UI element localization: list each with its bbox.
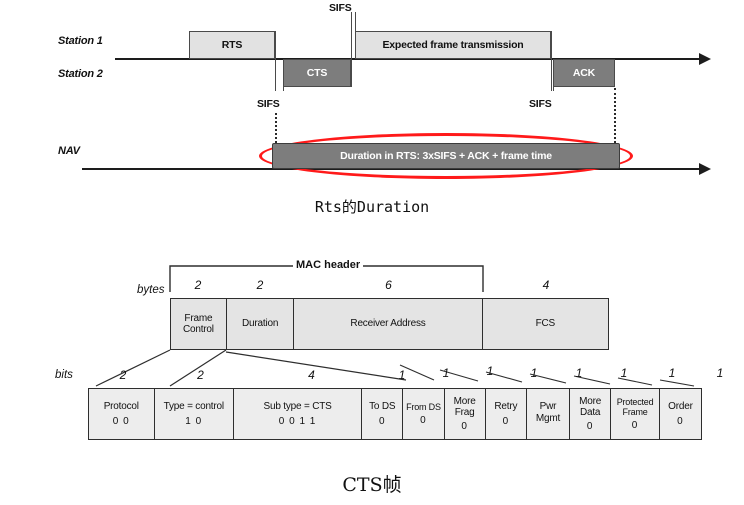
bit-size-protected-frame: 1 bbox=[668, 366, 676, 380]
tick-cts-end bbox=[351, 12, 352, 87]
field-receiver-address: Receiver Address bbox=[294, 299, 483, 349]
bitfield-more-frag-value: 0 bbox=[461, 421, 468, 433]
field-frame-control-label: Frame Control bbox=[182, 312, 214, 335]
bit-size-type: 2 bbox=[197, 368, 204, 382]
byte-size-fcs: 4 bbox=[542, 278, 550, 292]
bitfield-sub-type-label: Sub type = CTS bbox=[263, 401, 332, 413]
bitfield-protected-frame-value: 0 bbox=[631, 419, 639, 431]
bitfield-more-data-label: More Data bbox=[579, 395, 602, 418]
frame-control-bit-row: Protocol 0 0 Type = control 1 0 Sub type… bbox=[88, 388, 702, 440]
frame-format-diagram: bytes bits MAC header 2 2 6 4 Frame Cont… bbox=[0, 240, 744, 470]
sifs-label-top: SIFS bbox=[329, 2, 352, 14]
field-duration-label: Duration bbox=[241, 318, 279, 330]
bitfield-from-ds-label: From DS bbox=[406, 401, 441, 412]
bit-size-to-ds: 1 bbox=[398, 368, 406, 382]
bitfield-to-ds: To DS 0 bbox=[362, 389, 404, 439]
frame-expected-transmission: Expected frame transmission bbox=[355, 31, 551, 59]
bitfield-more-data-value: 0 bbox=[586, 421, 594, 433]
bit-size-retry: 1 bbox=[530, 366, 538, 380]
tick-expected-start bbox=[355, 12, 356, 59]
bitfield-order-value: 0 bbox=[677, 415, 684, 427]
caption-top: Rts的Duration bbox=[314, 198, 430, 216]
bitfield-to-ds-value: 0 bbox=[378, 415, 386, 427]
frame-ack-label: ACK bbox=[572, 67, 596, 79]
tick-ack-start bbox=[553, 59, 554, 91]
field-frame-control: Frame Control bbox=[171, 299, 227, 349]
bitfield-retry-label: Retry bbox=[494, 401, 518, 413]
bitfield-type-value: 1 0 bbox=[185, 415, 203, 427]
caption-bottom: CTS帧 bbox=[342, 474, 402, 496]
frame-expected-transmission-label: Expected frame transmission bbox=[382, 39, 524, 51]
tick-cts-start bbox=[283, 59, 284, 91]
nav-duration-label: Duration in RTS: 3xSIFS + ACK + frame ti… bbox=[340, 150, 552, 162]
bit-size-more-frag: 1 bbox=[486, 364, 494, 378]
bitfield-to-ds-label: To DS bbox=[369, 401, 396, 413]
bit-size-protocol: 2 bbox=[119, 368, 127, 382]
bitfield-sub-type: Sub type = CTS 0 0 1 1 bbox=[234, 389, 363, 439]
bit-size-sub-type: 4 bbox=[308, 368, 315, 382]
bitfield-order-label: Order bbox=[668, 401, 693, 413]
mac-header-label: MAC header bbox=[293, 259, 364, 271]
bit-size-more-data: 1 bbox=[620, 366, 628, 380]
nav-dropline-end bbox=[614, 88, 616, 151]
field-fcs: FCS bbox=[483, 299, 608, 349]
bit-size-from-ds: 1 bbox=[442, 366, 450, 380]
field-fcs-label: FCS bbox=[535, 318, 556, 330]
tick-rts-end bbox=[275, 31, 276, 91]
frame-cts-label: CTS bbox=[306, 67, 328, 79]
frame-cts: CTS bbox=[283, 59, 351, 87]
nav-duration-bar: Duration in RTS: 3xSIFS + ACK + frame ti… bbox=[272, 143, 620, 169]
bitfield-protected-frame: Protected Frame 0 bbox=[611, 389, 660, 439]
bit-size-order: 1 bbox=[716, 366, 724, 380]
bitfield-retry: Retry 0 bbox=[485, 389, 527, 439]
bitfield-order: Order 0 bbox=[659, 389, 702, 439]
bit-size-pwr-mgmt: 1 bbox=[575, 366, 583, 380]
frame-ack: ACK bbox=[553, 59, 615, 87]
timeline-row-label-station-2: Station 2 bbox=[58, 68, 103, 80]
bitfield-protocol-value: 0 0 bbox=[112, 415, 130, 427]
byte-size-frame-control: 2 bbox=[194, 278, 202, 292]
bitfield-from-ds-value: 0 bbox=[420, 414, 427, 426]
bitfield-protocol: Protocol 0 0 bbox=[89, 389, 155, 439]
timeline-row-label-nav: NAV bbox=[58, 145, 80, 157]
bitfield-from-ds: From DS 0 bbox=[403, 389, 445, 439]
field-receiver-address-label: Receiver Address bbox=[350, 318, 426, 330]
bitfield-more-frag: More Frag 0 bbox=[444, 389, 486, 439]
byte-size-receiver-address: 6 bbox=[385, 278, 392, 292]
byte-size-duration: 2 bbox=[256, 278, 264, 292]
timeline-row-label-station-1: Station 1 bbox=[58, 35, 103, 47]
frame-rts: RTS bbox=[189, 31, 275, 59]
frame-rts-label: RTS bbox=[221, 39, 243, 51]
nav-timeline-arrow bbox=[699, 163, 711, 175]
bitfield-more-frag-label: More Frag bbox=[453, 395, 476, 418]
sifs-label-right: SIFS bbox=[529, 98, 552, 110]
bitfield-sub-type-value: 0 0 1 1 bbox=[278, 415, 317, 427]
bitfield-protected-frame-label: Protected Frame bbox=[616, 396, 654, 417]
bitfield-retry-value: 0 bbox=[502, 415, 510, 427]
bitfield-protocol-label: Protocol bbox=[103, 401, 139, 413]
sifs-label-left: SIFS bbox=[257, 98, 280, 110]
bitfield-type: Type = control 1 0 bbox=[154, 389, 235, 439]
station-timeline-arrow bbox=[699, 53, 711, 65]
field-duration: Duration bbox=[227, 299, 295, 349]
leader-line-10 bbox=[659, 379, 695, 387]
timing-diagram: Station 1 Station 2 NAV RTS Expected fra… bbox=[0, 0, 744, 190]
bitfield-type-label: Type = control bbox=[163, 401, 224, 413]
mac-frame-byte-row: Frame Control Duration Receiver Address … bbox=[170, 298, 609, 350]
bitfield-pwr-mgmt-label: Pwr Mgmt bbox=[535, 401, 561, 424]
bitfield-more-data: More Data 0 bbox=[570, 389, 612, 439]
tick-expected-end bbox=[551, 31, 552, 91]
bitfield-pwr-mgmt: Pwr Mgmt bbox=[526, 389, 571, 439]
